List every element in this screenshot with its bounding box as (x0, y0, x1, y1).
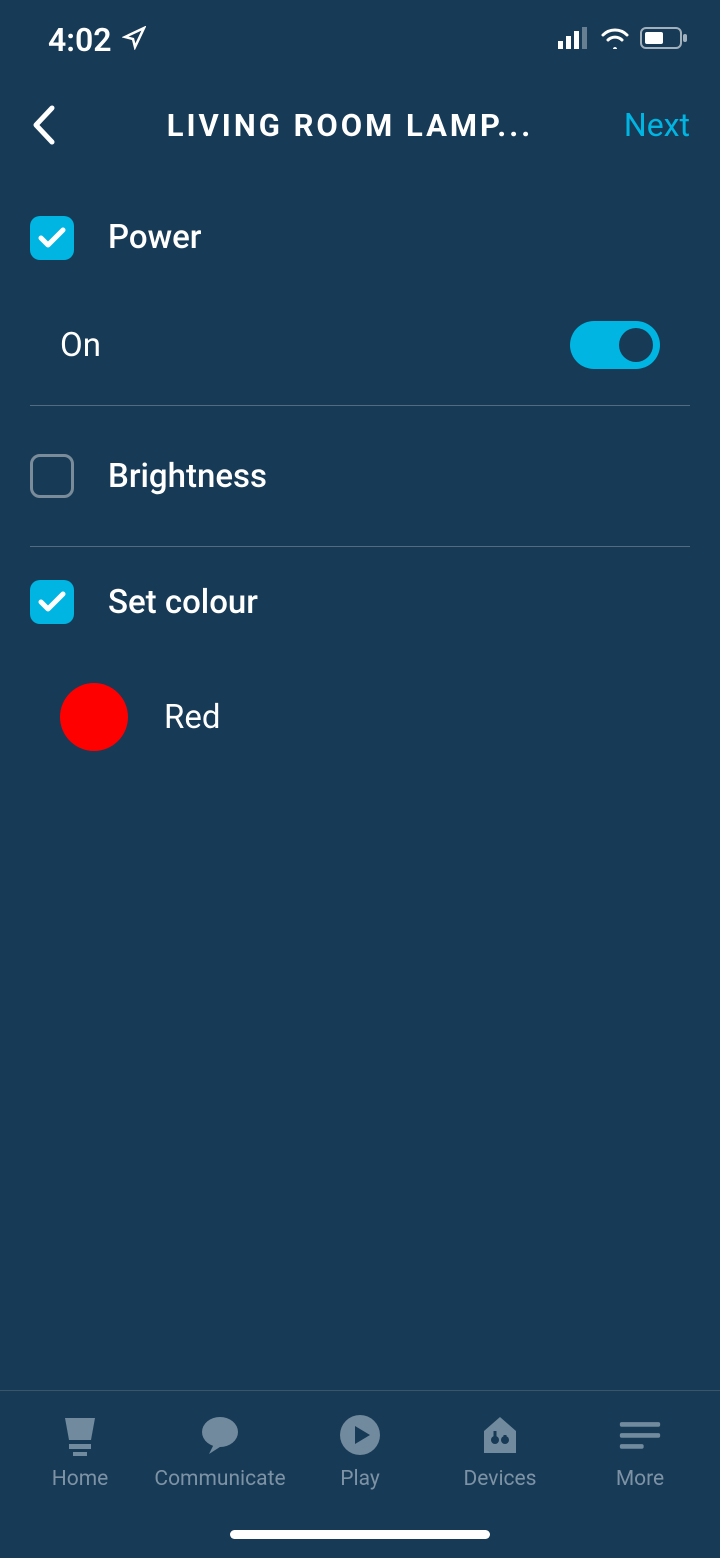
brightness-row[interactable]: Brightness (30, 406, 690, 546)
nav-more-label: More (616, 1467, 664, 1491)
power-on-row: On (0, 285, 720, 405)
battery-icon (640, 27, 688, 53)
bottom-nav: Home Communicate Play (0, 1390, 720, 1530)
page-title: LIVING ROOM LAMP... (90, 107, 610, 144)
nav-home[interactable]: Home (10, 1413, 150, 1491)
brightness-label: Brightness (108, 457, 267, 496)
devices-icon (478, 1413, 522, 1457)
power-toggle[interactable] (570, 321, 660, 369)
brightness-checkbox[interactable] (30, 454, 74, 498)
home-indicator[interactable] (230, 1530, 490, 1539)
location-icon (122, 26, 146, 54)
nav-play-label: Play (340, 1467, 380, 1491)
power-on-label: On (60, 326, 101, 365)
nav-communicate[interactable]: Communicate (150, 1413, 290, 1491)
power-label: Power (108, 218, 201, 257)
set-colour-checkbox[interactable] (30, 580, 74, 624)
header: LIVING ROOM LAMP... Next (0, 80, 720, 170)
status-bar: 4:02 (0, 0, 720, 80)
colour-swatch (60, 683, 128, 751)
back-button[interactable] (30, 104, 90, 146)
nav-devices[interactable]: Devices (430, 1413, 570, 1491)
colour-name: Red (164, 698, 220, 737)
nav-play[interactable]: Play (290, 1413, 430, 1491)
more-icon (618, 1413, 662, 1457)
cellular-icon (558, 27, 590, 53)
nav-more[interactable]: More (570, 1413, 710, 1491)
power-toggle-knob (619, 328, 653, 362)
wifi-icon (600, 27, 630, 53)
set-colour-label: Set colour (108, 583, 258, 622)
status-time: 4:02 (48, 21, 112, 59)
colour-value-row[interactable]: Red (0, 642, 720, 762)
home-indicator-area (0, 1530, 720, 1558)
power-checkbox[interactable] (30, 216, 74, 260)
communicate-icon (198, 1413, 242, 1457)
next-button[interactable]: Next (610, 106, 690, 144)
home-icon (58, 1413, 102, 1457)
set-colour-row[interactable]: Set colour (30, 547, 690, 642)
check-icon (38, 227, 66, 249)
content: Power On Brightness Set colour Red (0, 170, 720, 1390)
chevron-left-icon (30, 104, 56, 146)
check-icon (38, 591, 66, 613)
nav-devices-label: Devices (463, 1467, 536, 1491)
nav-home-label: Home (52, 1467, 109, 1491)
nav-communicate-label: Communicate (154, 1467, 285, 1491)
play-icon (338, 1413, 382, 1457)
power-row[interactable]: Power (30, 190, 690, 285)
